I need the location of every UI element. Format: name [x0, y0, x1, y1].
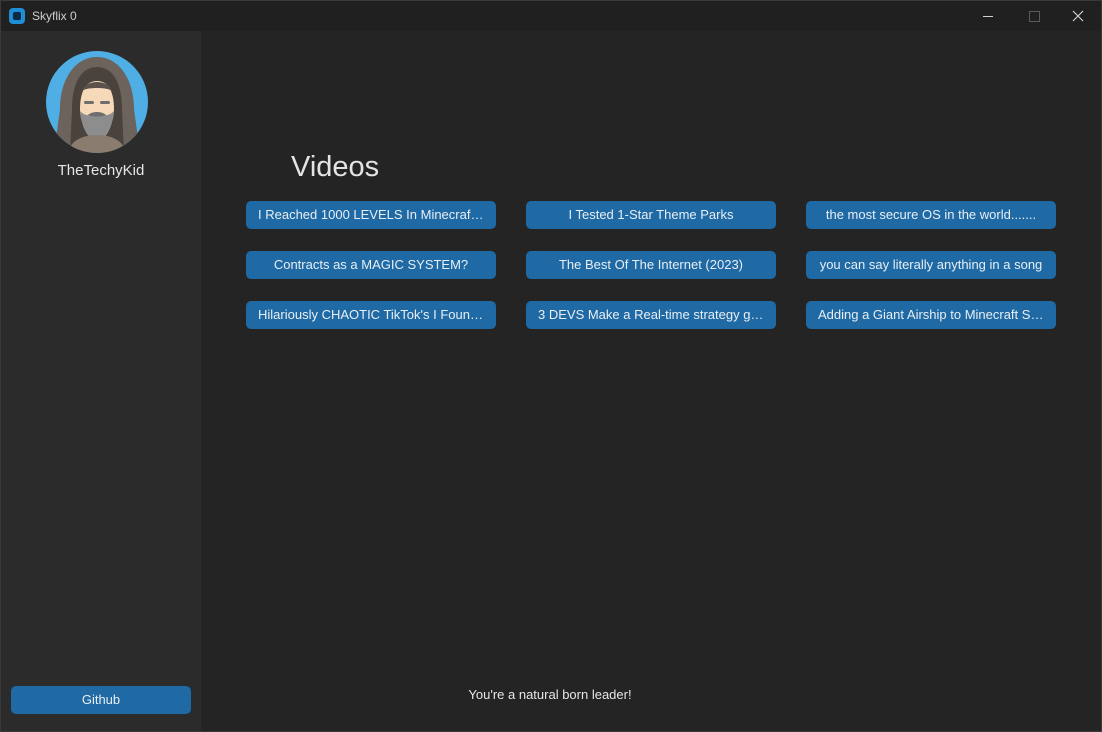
video-button[interactable]: the most secure OS in the world.......: [806, 201, 1056, 229]
videos-heading: Videos: [291, 151, 380, 183]
sidebar: TheTechyKid Github: [1, 31, 201, 731]
status-message: You're a natural born leader!: [468, 687, 632, 702]
video-button[interactable]: you can say literally anything in a song: [806, 251, 1056, 279]
close-icon: [1072, 10, 1084, 22]
github-button[interactable]: Github: [11, 686, 191, 714]
video-button[interactable]: I Tested 1-Star Theme Parks: [526, 201, 776, 229]
window-title: Skyflix 0: [32, 9, 77, 23]
video-button[interactable]: The Best Of The Internet (2023): [526, 251, 776, 279]
username-label: TheTechyKid: [57, 162, 145, 179]
close-button[interactable]: [1055, 1, 1101, 31]
app-window: Skyflix 0 TheTechyKid Github Videos I Re…: [0, 0, 1102, 732]
main-content: Videos I Reached 1000 LEVELS In Minecraf…: [201, 31, 1101, 731]
video-button[interactable]: I Reached 1000 LEVELS In Minecraft Survi…: [246, 201, 496, 229]
video-button[interactable]: 3 DEVS Make a Real-time strategy game: [526, 301, 776, 329]
video-button[interactable]: Adding a Giant Airship to Minecraft Surv…: [806, 301, 1056, 329]
video-button[interactable]: Hilariously CHAOTIC TikTok's I Found On …: [246, 301, 496, 329]
title-bar[interactable]: Skyflix 0: [1, 1, 1101, 31]
hooded-avatar-icon: [46, 51, 148, 153]
avatar: [46, 51, 148, 153]
maximize-button[interactable]: [1011, 1, 1057, 31]
minimize-button[interactable]: [965, 1, 1011, 31]
app-icon: [9, 8, 25, 24]
video-button[interactable]: Contracts as a MAGIC SYSTEM?: [246, 251, 496, 279]
